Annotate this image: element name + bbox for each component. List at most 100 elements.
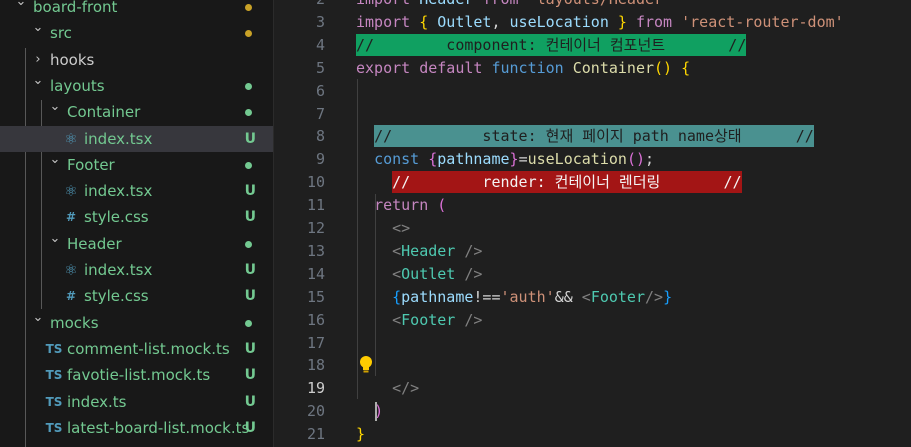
code-line[interactable]: 6: [274, 80, 911, 103]
tree-item-label: comment-list.mock.ts: [67, 339, 230, 358]
tree-file[interactable]: # style.css U: [0, 204, 273, 230]
react-file-icon: ⚛: [64, 261, 78, 279]
line-number: 8: [315, 127, 325, 146]
tree-file[interactable]: ⚛ index.tsx U: [0, 257, 273, 283]
modified-dot: [245, 319, 252, 327]
tree-item-label: index.tsx: [84, 261, 153, 279]
tree-folder-layouts[interactable]: ⌄ layouts: [0, 73, 273, 99]
line-number: 18: [306, 356, 325, 375]
code-line[interactable]: 3 import { Outlet, useLocation } from 're…: [274, 11, 911, 34]
tree-folder-header[interactable]: ⌄ Header: [0, 231, 273, 257]
modified-dot: [245, 4, 252, 11]
line-number: 4: [315, 35, 325, 54]
tree-item-label: latest-board-list.mock.ts: [67, 418, 250, 437]
tree-file[interactable]: TS latest-board-list.mock.ts U: [0, 415, 273, 441]
untracked-badge: U: [244, 367, 256, 384]
line-number: 14: [306, 264, 325, 283]
highlighted-comment: // component: 컨테이너 컴포넌트 //: [356, 33, 747, 56]
lightbulb-icon[interactable]: [358, 355, 374, 375]
tree-folder-footer[interactable]: ⌄ Footer: [0, 152, 273, 178]
line-number: 10: [306, 173, 325, 192]
tree-file[interactable]: ⚛ index.tsx U: [0, 178, 273, 204]
code-line[interactable]: 7: [274, 103, 911, 126]
code-line[interactable]: 2 import Header from 'layouts/Header': [274, 0, 911, 11]
chevron-down-icon[interactable]: ⌄: [31, 305, 45, 331]
css-file-icon: #: [65, 210, 77, 225]
tree-item-label: index.tsx: [84, 129, 153, 148]
code-line[interactable]: 16 <Footer />: [274, 309, 911, 332]
line-number: 12: [306, 219, 325, 237]
line-number: 11: [306, 196, 325, 215]
react-file-icon: ⚛: [64, 182, 78, 201]
code-text: </>: [392, 379, 420, 398]
code-line[interactable]: 9 const {pathname}=useLocation();: [274, 148, 911, 171]
code-text: // render: 컨테이너 렌더링 //: [356, 171, 742, 194]
code-text: }: [356, 425, 366, 444]
ts-file-icon: TS: [45, 341, 63, 356]
tree-item-label: style.css: [84, 287, 149, 306]
css-file-icon: #: [65, 289, 77, 304]
code-editor[interactable]: 2 import Header from 'layouts/Header' 3 imp…: [274, 0, 911, 447]
modified-dot: [245, 30, 252, 38]
code-text: // state: 현재 페이지 path name상태 //: [356, 125, 814, 148]
untracked-badge: U: [244, 393, 256, 410]
tree-item-label: style.css: [84, 208, 149, 227]
tree-item-label: Container: [67, 103, 141, 122]
tree-item-label: hooks: [50, 50, 95, 69]
code-line[interactable]: 15 {pathname!=='auth'&& <Footer/>}: [274, 286, 911, 309]
untracked-badge: U: [244, 130, 256, 147]
untracked-badge: U: [244, 209, 256, 226]
code-text: <Footer />: [392, 310, 483, 329]
chevron-down-icon[interactable]: ⌄: [31, 68, 45, 94]
highlighted-comment: // state: 현재 페이지 path name상태 //: [374, 125, 814, 148]
code-line[interactable]: 8 // state: 현재 페이지 path name상태 //: [274, 125, 911, 148]
code-line[interactable]: 14 <Outlet />: [274, 263, 911, 286]
code-line[interactable]: 10 // render: 컨테이너 렌더링 //: [274, 171, 911, 194]
code-line[interactable]: 12 <>: [274, 217, 911, 240]
line-number: 19: [306, 379, 325, 398]
code-line[interactable]: 4 // component: 컨테이너 컴포넌트 //: [274, 33, 911, 57]
chevron-down-icon[interactable]: ⌄: [31, 15, 45, 41]
code-line[interactable]: 11 return (: [274, 194, 911, 217]
untracked-badge: U: [244, 262, 256, 278]
text-cursor: [375, 402, 377, 422]
ts-file-icon: TS: [45, 420, 63, 435]
tree-file[interactable]: ⚛ index.tsx U: [0, 125, 273, 152]
tree-item-label: Header: [67, 234, 122, 253]
code-text: // component: 컨테이너 컴포넌트 //: [356, 33, 747, 57]
tree-file[interactable]: TS index.ts U: [0, 389, 273, 415]
explorer-sidebar: ⌄ board-front ⌄ src › hooks ⌄ layouts ⌄ Container…: [0, 0, 274, 447]
code-line[interactable]: 19 </>: [274, 377, 911, 400]
tree-item-label: Footer: [67, 155, 115, 174]
line-number: 3: [315, 12, 325, 31]
line-number: 17: [306, 333, 325, 352]
modified-dot: [245, 109, 252, 117]
code-line[interactable]: 20 ): [274, 400, 911, 423]
code-line[interactable]: 17: [274, 332, 911, 355]
code-line[interactable]: 21}: [274, 423, 911, 446]
code-text: <Header />: [392, 241, 483, 260]
code-line[interactable]: 5 export default function Container() {: [274, 57, 911, 80]
line-number: 13: [306, 241, 325, 260]
chevron-down-icon[interactable]: ⌄: [48, 147, 62, 173]
tree-file[interactable]: TS favotie-list.mock.ts U: [0, 362, 273, 388]
tree-folder-mocks[interactable]: ⌄ mocks: [0, 310, 273, 336]
tree-file[interactable]: TS comment-list.mock.ts U: [0, 336, 273, 362]
code-line[interactable]: 13 <Header />: [274, 240, 911, 263]
tree-item-label: index.ts: [67, 392, 127, 411]
chevron-down-icon[interactable]: ⌄: [48, 226, 62, 252]
tree-folder-src[interactable]: ⌄ src: [0, 20, 273, 46]
untracked-badge: U: [244, 419, 256, 436]
tree-item-label: board-front: [33, 0, 118, 16]
line-number: 9: [315, 150, 325, 169]
line-number: 7: [315, 104, 325, 123]
line-number: 2: [274, 0, 325, 11]
code-text: import Header from 'layouts/Header': [356, 0, 672, 11]
line-number: 5: [315, 58, 325, 77]
chevron-down-icon[interactable]: ⌄: [14, 0, 28, 15]
line-number: 15: [306, 287, 325, 306]
tree-folder-container[interactable]: ⌄ Container: [0, 99, 273, 125]
chevron-down-icon[interactable]: ⌄: [48, 94, 62, 120]
ts-file-icon: TS: [45, 394, 63, 409]
modified-dot: [245, 240, 252, 248]
